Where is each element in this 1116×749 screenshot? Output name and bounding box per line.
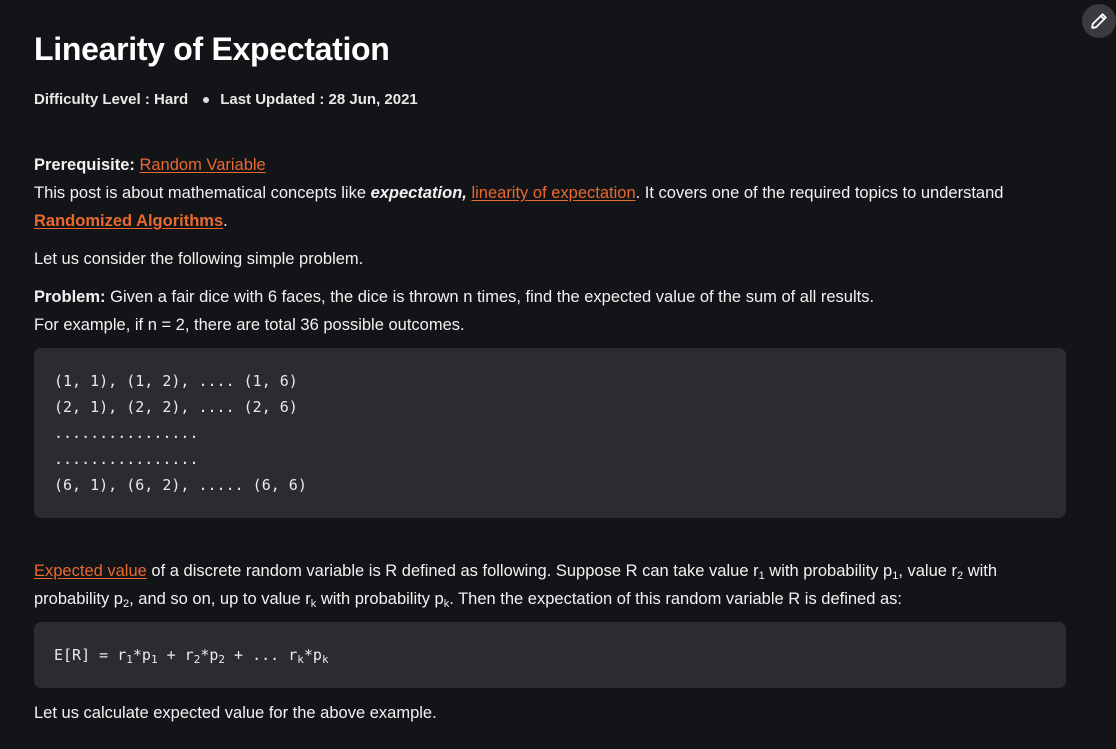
- formula-part: *p: [132, 646, 151, 664]
- subscript: k: [297, 653, 304, 666]
- subscript: k: [321, 653, 329, 666]
- consider-paragraph: Let us consider the following simple pro…: [34, 250, 364, 268]
- code-line: (1, 1), (1, 2), .... (1, 6): [54, 372, 298, 390]
- random-variable-link[interactable]: Random Variable: [139, 156, 265, 174]
- prerequisite-label: Prerequisite:: [34, 156, 135, 174]
- separator-dot: [203, 96, 210, 103]
- expected-text: probability p: [34, 590, 123, 608]
- expected-value-link[interactable]: Expected value: [34, 562, 147, 580]
- calc-paragraph: Let us calculate expected value for the …: [34, 704, 437, 722]
- problem-example: For example, if n = 2, there are total 3…: [34, 316, 465, 334]
- problem-paragraph: Problem: Given a fair dice with 6 faces,…: [34, 283, 1066, 339]
- expected-text: of a discrete random variable is R defin…: [146, 562, 759, 580]
- pencil-icon: [1091, 13, 1107, 29]
- prerequisite-paragraph: Prerequisite: Random Variable This post …: [34, 151, 1066, 235]
- intro-italic: expectation,: [370, 184, 467, 202]
- expected-text: , and so on, up to value r: [129, 590, 311, 608]
- code-lines: (1, 1), (1, 2), .... (1, 6) (2, 1), (2, …: [34, 348, 1066, 498]
- formula-line: E[R] = r1*p1 + r2*p2 + ... rk*pk: [34, 622, 1066, 668]
- expected-text: , value r: [898, 562, 958, 580]
- problem-label: Problem:: [34, 288, 106, 306]
- expected-text: with probability p: [764, 562, 893, 580]
- intro-text-2: . It covers one of the required topics t…: [635, 184, 1004, 202]
- intro-text: This post is about mathematical concepts…: [34, 184, 371, 202]
- article-meta: Difficulty Level : Hard Last Updated : 2…: [34, 91, 418, 108]
- expected-text: . Then the expectation of this random va…: [449, 590, 903, 608]
- problem-text: Given a fair dice with 6 faces, the dice…: [110, 288, 875, 306]
- formula-part: + r: [157, 646, 194, 664]
- expected-text: with probability p: [316, 590, 444, 608]
- difficulty-level: Difficulty Level : Hard: [34, 91, 189, 108]
- edit-button[interactable]: [1082, 4, 1116, 38]
- formula-code-block: E[R] = r1*p1 + r2*p2 + ... rk*pk: [34, 622, 1066, 688]
- subscript: 1: [150, 653, 158, 666]
- code-line: ................: [54, 450, 199, 468]
- expected-value-paragraph: Expected value of a discrete random vari…: [34, 557, 1066, 613]
- formula-part: *p: [200, 646, 219, 664]
- subscript: 2: [218, 653, 225, 666]
- expected-text: with: [963, 562, 998, 580]
- code-line: (2, 1), (2, 2), .... (2, 6): [54, 398, 298, 416]
- randomized-algorithms-link[interactable]: Randomized Algorithms: [34, 212, 223, 230]
- linearity-of-expectation-link[interactable]: linearity of expectation: [471, 184, 635, 202]
- formula-part: *p: [303, 646, 322, 664]
- subscript: 1: [126, 653, 133, 666]
- page-title: Linearity of Expectation: [34, 31, 390, 67]
- code-line: ................: [54, 424, 199, 442]
- outcomes-code-block: (1, 1), (1, 2), .... (1, 6) (2, 1), (2, …: [34, 348, 1066, 518]
- formula-part: + ... r: [225, 646, 298, 664]
- last-updated: Last Updated : 28 Jun, 2021: [220, 91, 418, 108]
- formula-part: E[R] = r: [54, 646, 127, 664]
- code-line: (6, 1), (6, 2), ..... (6, 6): [54, 476, 307, 494]
- intro-text-3: .: [223, 212, 228, 230]
